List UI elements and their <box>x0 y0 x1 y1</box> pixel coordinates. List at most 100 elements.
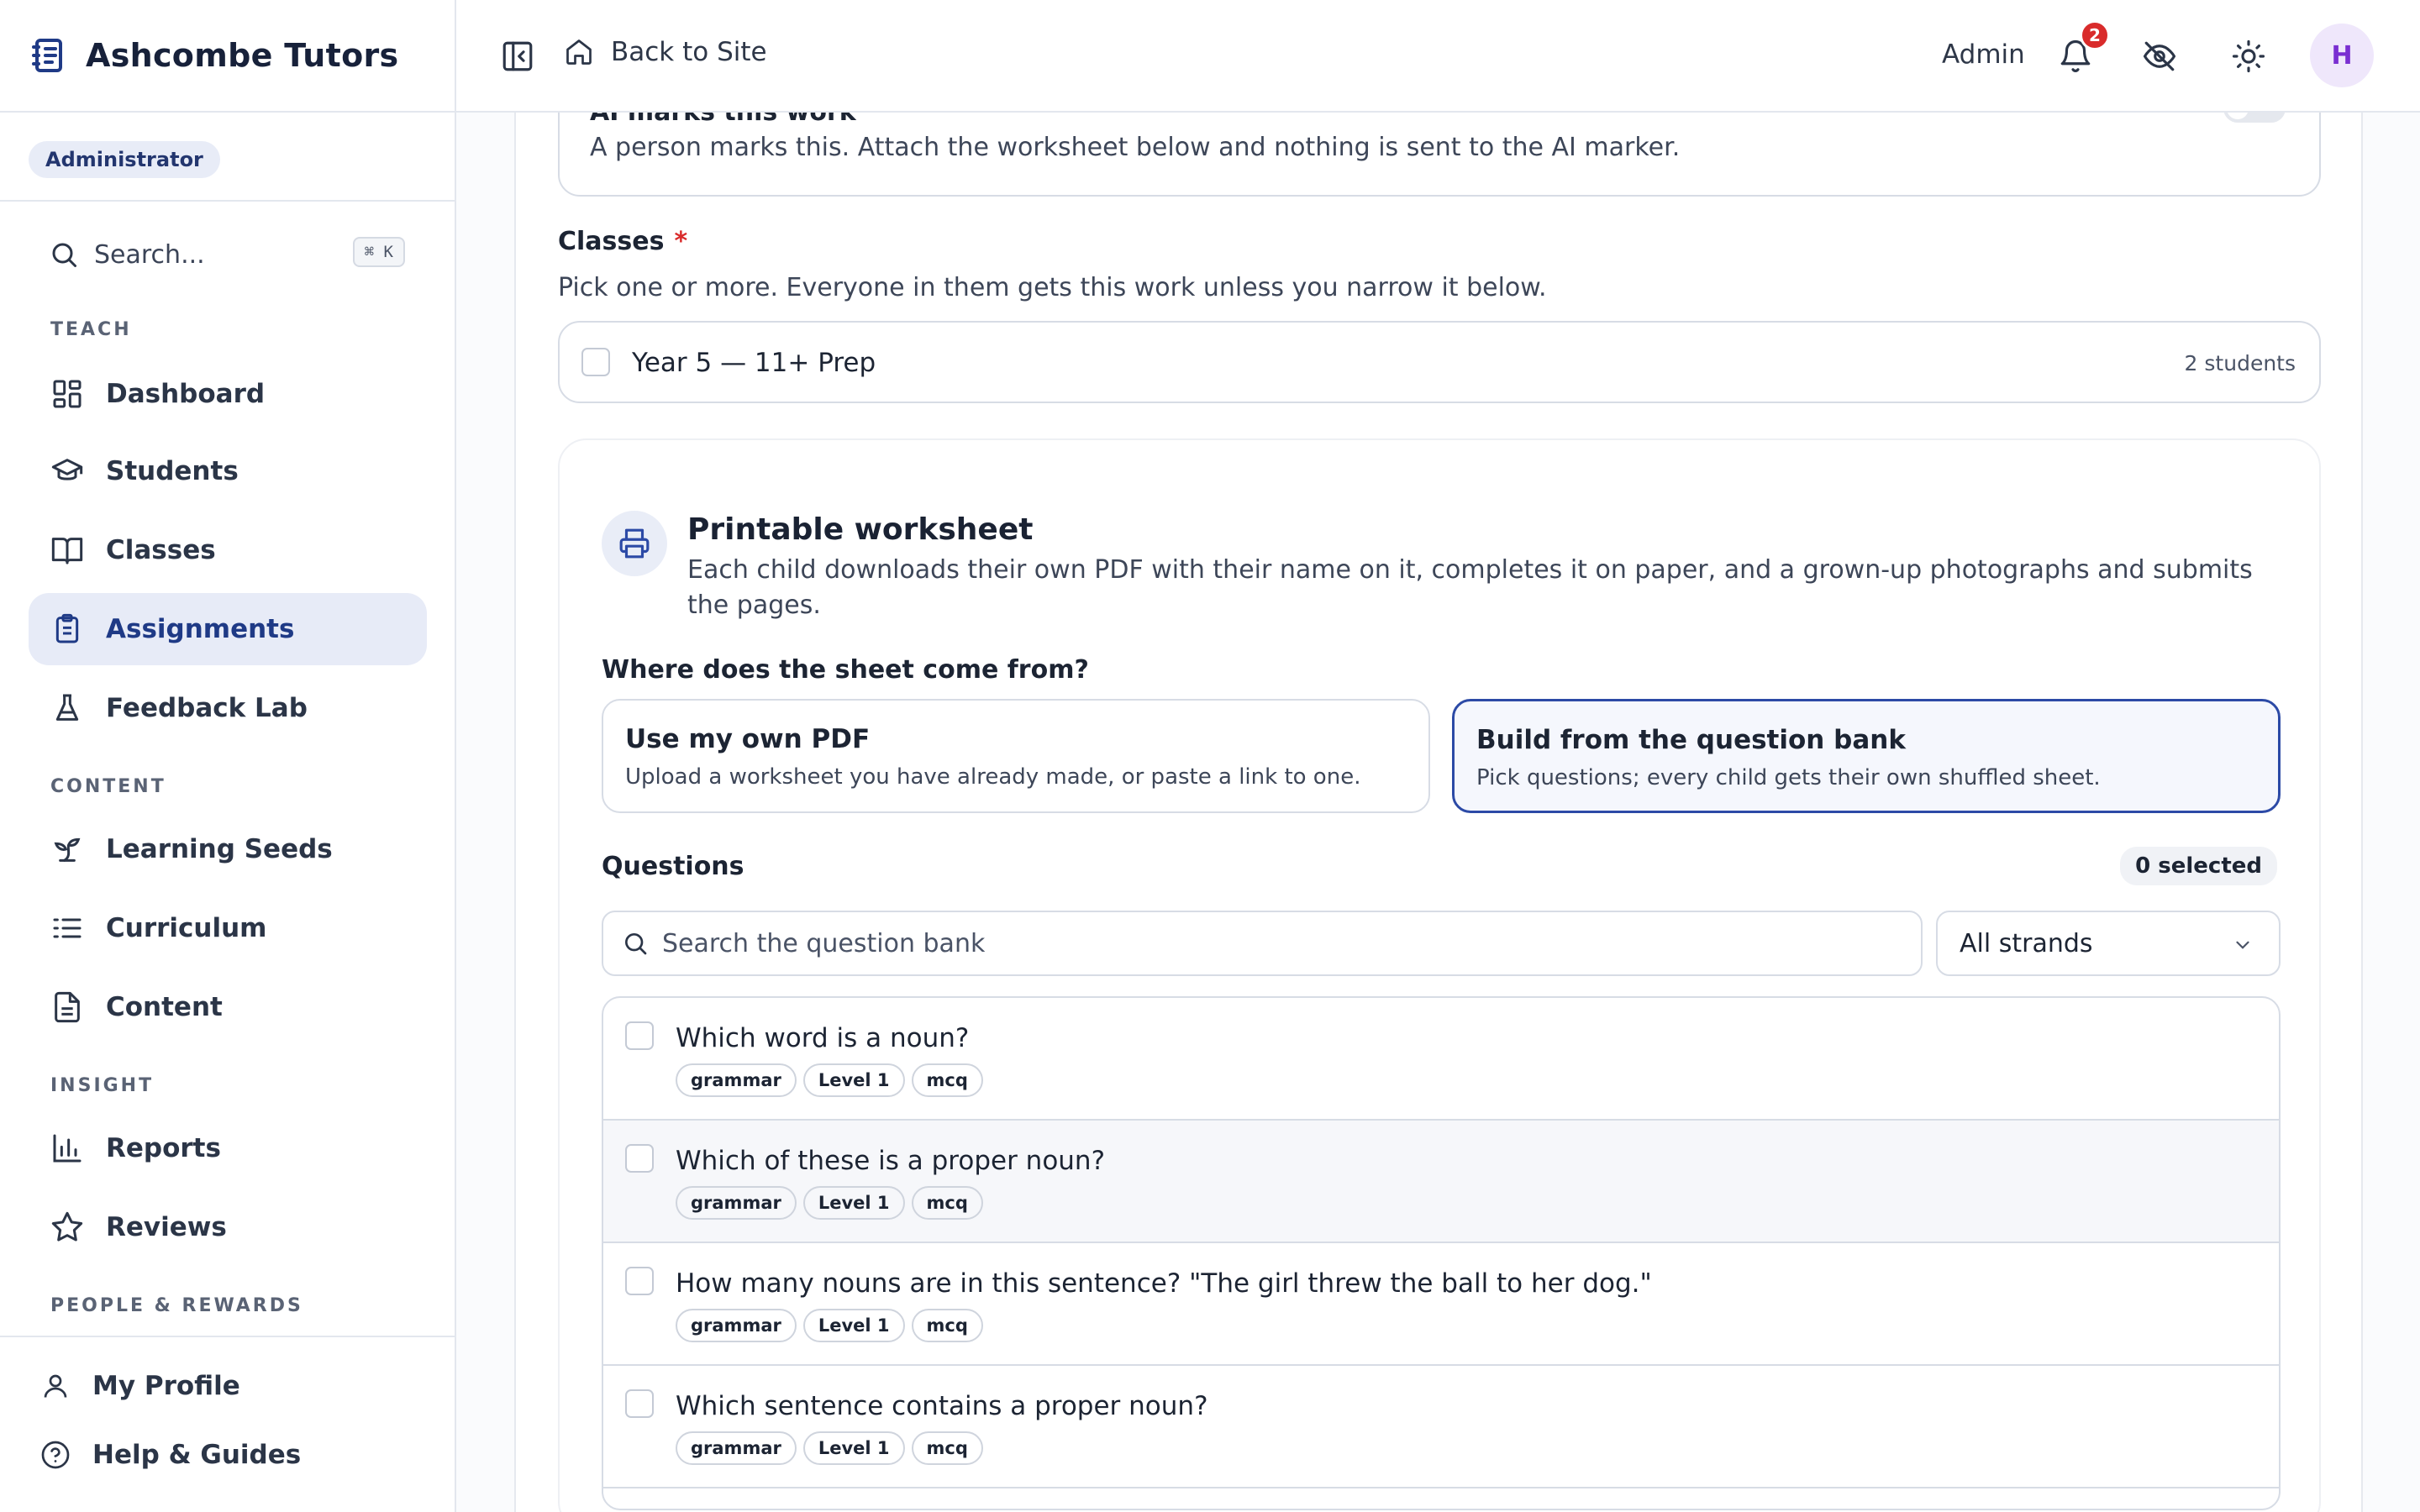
sidebar-search[interactable]: Search... ⌘ K <box>29 230 407 279</box>
question-checkbox[interactable] <box>625 1267 654 1295</box>
graduation-cap-icon <box>51 459 83 480</box>
topbar: Back to Site Admin 2 H <box>456 0 2420 113</box>
option-description: Pick questions; every child gets their o… <box>1476 765 2101 790</box>
sidebar-item-label: Reviews <box>106 1212 227 1242</box>
question-search-input[interactable] <box>662 928 1881 958</box>
tag-level: Level 1 <box>802 1186 905 1220</box>
sidebar-item-dashboard[interactable]: Dashboard <box>29 358 427 430</box>
own-pdf-option[interactable]: Use my own PDF Upload a worksheet you ha… <box>602 699 1430 813</box>
admin-label[interactable]: Admin <box>1942 39 2025 70</box>
star-icon <box>51 1211 83 1242</box>
worksheet-description: Each child downloads their own PDF with … <box>687 555 2253 620</box>
tag-level: Level 1 <box>802 1431 905 1465</box>
eye-off-icon[interactable] <box>2142 39 2177 74</box>
option-title: Use my own PDF <box>625 724 871 754</box>
tag-type: mcq <box>911 1063 983 1097</box>
search-icon <box>625 933 647 955</box>
avatar[interactable]: H <box>2310 24 2374 87</box>
question-row[interactable]: How many nouns are in this sentence? "Th… <box>603 1243 2279 1366</box>
clipboard-icon <box>55 613 79 643</box>
chevron-down-icon <box>2236 941 2249 949</box>
sidebar-item-reviews[interactable]: Reviews <box>29 1191 427 1263</box>
question-checkbox[interactable] <box>625 1389 654 1418</box>
question-tags: grammar Level 1 mcq <box>676 1431 983 1465</box>
question-text: Which of these is a proper noun? <box>676 1146 1106 1176</box>
dashboard-icon <box>53 380 82 408</box>
tag-strand: grammar <box>676 1063 797 1097</box>
question-text: Which word is a noun? <box>676 1023 970 1053</box>
back-to-site-label: Back to Site <box>611 37 767 67</box>
list-icon <box>53 918 82 938</box>
sidebar-item-classes[interactable]: Classes <box>29 514 427 586</box>
my-profile-link[interactable]: My Profile <box>40 1371 240 1401</box>
ai-marking-description: A person marks this. Attach the workshee… <box>590 133 1681 162</box>
question-tags: grammar Level 1 mcq <box>676 1309 983 1342</box>
sidebar-item-curriculum[interactable]: Curriculum <box>29 892 427 964</box>
role-section: Administrator <box>0 113 455 202</box>
flask-icon <box>55 694 79 721</box>
printer-icon <box>619 528 650 559</box>
brand[interactable]: Ashcombe Tutors <box>0 0 455 113</box>
section-people-rewards: PEOPLE & REWARDS <box>50 1295 303 1316</box>
question-row[interactable]: Which of these is a proper noun? grammar… <box>603 1121 2279 1243</box>
sidebar-footer: My Profile Help & Guides <box>0 1336 455 1512</box>
sidebar-item-label: Curriculum <box>106 913 267 943</box>
help-guides-label: Help & Guides <box>92 1440 302 1470</box>
sidebar-item-assignments[interactable]: Assignments <box>29 593 427 665</box>
help-guides-link[interactable]: Help & Guides <box>40 1440 301 1470</box>
notification-badge: 2 <box>2080 20 2110 50</box>
question-search[interactable] <box>602 911 1923 976</box>
home-icon <box>566 39 592 65</box>
tag-level: Level 1 <box>802 1309 905 1342</box>
back-to-site-link[interactable]: Back to Site <box>564 37 767 67</box>
question-bank-option[interactable]: Build from the question bank Pick questi… <box>1452 699 2281 813</box>
app-name: Ashcombe Tutors <box>86 37 399 74</box>
question-text: How many nouns are in this sentence? "Th… <box>676 1268 1652 1299</box>
file-text-icon <box>55 991 80 1023</box>
bar-chart-icon <box>53 1134 82 1163</box>
question-text: Which sentence contains a proper noun? <box>676 1391 1208 1421</box>
required-marker: * <box>674 227 688 256</box>
section-insight: INSIGHT <box>50 1075 155 1096</box>
tag-strand: grammar <box>676 1186 797 1220</box>
user-icon <box>44 1374 67 1398</box>
worksheet-icon-wrap <box>602 511 667 576</box>
tag-strand: grammar <box>676 1309 797 1342</box>
classes-help-text: Pick one or more. Everyone in them gets … <box>558 273 1547 302</box>
question-tags: grammar Level 1 mcq <box>676 1063 983 1097</box>
class-option[interactable]: Year 5 — 11+ Prep 2 students <box>558 321 2321 403</box>
question-list: Which word is a noun? grammar Level 1 mc… <box>602 996 2281 1510</box>
question-tags: grammar Level 1 mcq <box>676 1186 983 1220</box>
tag-type: mcq <box>911 1186 983 1220</box>
tag-level: Level 1 <box>802 1063 905 1097</box>
question-checkbox[interactable] <box>625 1144 654 1173</box>
tag-type: mcq <box>911 1431 983 1465</box>
sidebar-item-label: Feedback Lab <box>106 693 308 723</box>
sprout-icon <box>54 837 81 862</box>
tag-strand: grammar <box>676 1431 797 1465</box>
questions-label: Questions <box>602 852 744 881</box>
sidebar-item-reports[interactable]: Reports <box>29 1112 427 1184</box>
sheet-source-question: Where does the sheet come from? <box>602 655 1089 685</box>
sidebar-item-label: Content <box>106 992 223 1022</box>
sidebar: Ashcombe Tutors Administrator Search... … <box>0 0 456 1512</box>
strand-filter-select[interactable]: All strands <box>1936 911 2281 976</box>
tag-type: mcq <box>911 1309 983 1342</box>
sidebar-item-feedback-lab[interactable]: Feedback Lab <box>29 672 427 744</box>
option-title: Build from the question bank <box>1476 725 1906 755</box>
question-row[interactable]: Which word is a noun? grammar Level 1 mc… <box>603 998 2279 1121</box>
selected-count-badge: 0 selected <box>2120 847 2277 885</box>
sidebar-item-learning-seeds[interactable]: Learning Seeds <box>29 813 427 885</box>
sidebar-item-label: Students <box>106 456 239 486</box>
question-row[interactable]: Which sentence contains a proper noun? g… <box>603 1366 2279 1488</box>
sidebar-item-content[interactable]: Content <box>29 971 427 1043</box>
sidebar-item-students[interactable]: Students <box>29 435 427 507</box>
section-content: CONTENT <box>50 776 166 797</box>
section-teach: TEACH <box>50 319 132 340</box>
strand-filter-value: All strands <box>1960 928 2093 958</box>
class-checkbox[interactable] <box>581 348 610 376</box>
question-checkbox[interactable] <box>625 1021 654 1050</box>
sun-icon[interactable] <box>2231 39 2266 74</box>
sidebar-item-label: Dashboard <box>106 379 266 409</box>
sidebar-collapse-icon[interactable] <box>500 39 535 74</box>
